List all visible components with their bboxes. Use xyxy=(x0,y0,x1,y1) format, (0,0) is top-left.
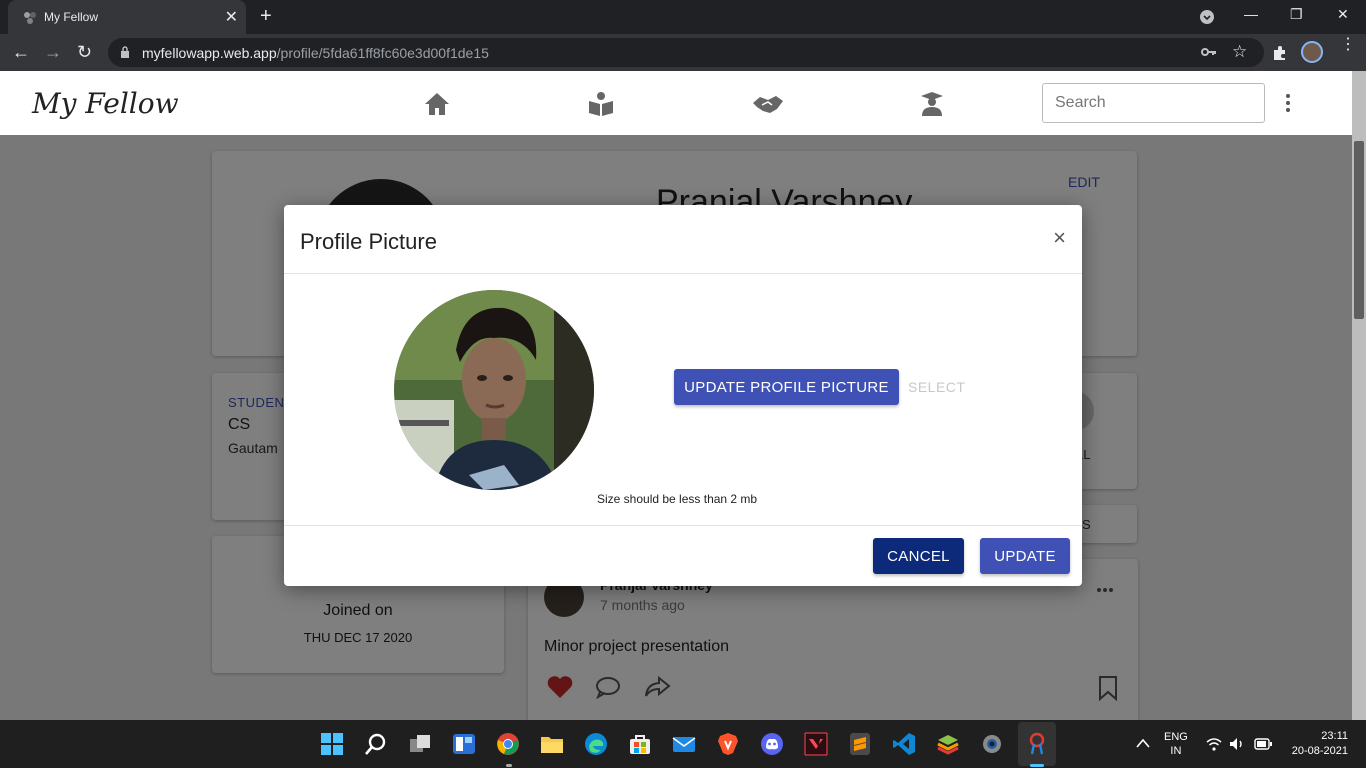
window-close-icon[interactable]: ✕ xyxy=(1337,6,1349,23)
browser-toolbar: ← → ↻ myfellowapp.web.app/profile/5fda61… xyxy=(0,34,1366,71)
key-icon[interactable] xyxy=(1201,46,1217,59)
site-favicon-icon xyxy=(24,12,36,24)
vscode-icon[interactable] xyxy=(892,732,916,756)
size-note: Size should be less than 2 mb xyxy=(597,492,758,506)
task-view-icon[interactable] xyxy=(408,732,432,756)
language-code: ENG xyxy=(1164,731,1188,743)
tab-close-icon[interactable]: ✕ xyxy=(225,7,238,27)
scrollbar-thumb[interactable] xyxy=(1354,141,1364,319)
file-explorer-icon[interactable] xyxy=(540,732,564,756)
reload-icon[interactable]: ↻ xyxy=(77,42,92,62)
bookmark-star-icon[interactable]: ☆ xyxy=(1232,42,1247,62)
volume-icon[interactable] xyxy=(1229,737,1245,751)
windows-taskbar: ENG IN 23:11 20-08-2021 xyxy=(0,720,1366,768)
chrome-menu-icon[interactable]: ⋮ xyxy=(1340,37,1356,53)
bluestacks-icon[interactable] xyxy=(936,732,960,756)
browser-tab[interactable]: My Fellow ✕ xyxy=(8,0,246,34)
chrome-icon[interactable] xyxy=(496,732,520,756)
profile-picture-modal: Profile Picture × UPDATE PROFILE PICTURE… xyxy=(284,205,1082,586)
language-region: IN xyxy=(1170,745,1182,757)
brave-icon[interactable] xyxy=(716,732,740,756)
back-icon[interactable]: ← xyxy=(12,42,30,62)
url-host: myfellowapp.web.app xyxy=(142,45,277,61)
modal-title: Profile Picture xyxy=(300,229,437,254)
settings-icon[interactable] xyxy=(980,732,1004,756)
clock[interactable]: 23:11 20-08-2021 xyxy=(1288,729,1348,759)
profile-picture-preview xyxy=(394,290,594,490)
update-profile-picture-button[interactable]: UPDATE PROFILE PICTURE xyxy=(674,369,899,405)
page-scrollbar[interactable] xyxy=(1352,71,1366,720)
valorant-icon[interactable] xyxy=(804,732,828,756)
windows-start-icon[interactable] xyxy=(320,732,344,756)
modal-header-divider xyxy=(284,273,1082,274)
clock-date: 20-08-2021 xyxy=(1291,745,1348,757)
minimize-icon[interactable]: — xyxy=(1244,6,1258,22)
tab-title: My Fellow xyxy=(44,10,99,24)
clock-time: 23:11 xyxy=(1321,730,1348,742)
new-tab-icon[interactable]: + xyxy=(260,5,272,28)
wifi-icon[interactable] xyxy=(1206,737,1222,751)
lock-icon xyxy=(121,46,129,58)
mail-icon[interactable] xyxy=(672,732,696,756)
active-app-indicator xyxy=(1030,764,1044,767)
cancel-button[interactable]: CANCEL xyxy=(873,538,964,574)
modal-close-icon[interactable]: × xyxy=(1053,225,1066,251)
sublime-text-icon[interactable] xyxy=(848,732,872,756)
address-bar[interactable]: myfellowapp.web.app/profile/5fda61ff8fc6… xyxy=(108,38,1264,67)
extensions-icon[interactable] xyxy=(1272,45,1288,61)
running-app-indicator xyxy=(506,764,512,767)
restore-icon[interactable]: ❐ xyxy=(1290,6,1303,23)
discord-icon[interactable] xyxy=(760,732,784,756)
profile-avatar[interactable] xyxy=(1301,41,1323,63)
profile-photo-image xyxy=(394,290,594,490)
header-backdrop xyxy=(0,71,1366,135)
tab-search-icon[interactable] xyxy=(1199,9,1215,25)
select-file-button[interactable]: SELECT xyxy=(908,379,965,395)
url-path: /profile/5fda61ff8fc60e3d00f1de15 xyxy=(276,45,489,61)
widgets-icon[interactable] xyxy=(452,732,476,756)
edge-icon[interactable] xyxy=(584,732,608,756)
search-icon[interactable] xyxy=(364,732,388,756)
tray-chevron-up-icon[interactable] xyxy=(1136,738,1150,748)
update-button[interactable]: UPDATE xyxy=(980,538,1070,574)
store-icon[interactable] xyxy=(628,732,652,756)
forward-icon[interactable]: → xyxy=(44,42,62,62)
battery-icon[interactable] xyxy=(1254,738,1272,750)
url-text: myfellowapp.web.app/profile/5fda61ff8fc6… xyxy=(142,45,489,61)
language-indicator[interactable]: ENG IN xyxy=(1164,730,1188,758)
modal-footer-divider xyxy=(284,525,1082,526)
snipping-tool-icon[interactable] xyxy=(1025,732,1049,756)
browser-tab-bar: My Fellow ✕ + — ❐ ✕ xyxy=(0,0,1366,34)
